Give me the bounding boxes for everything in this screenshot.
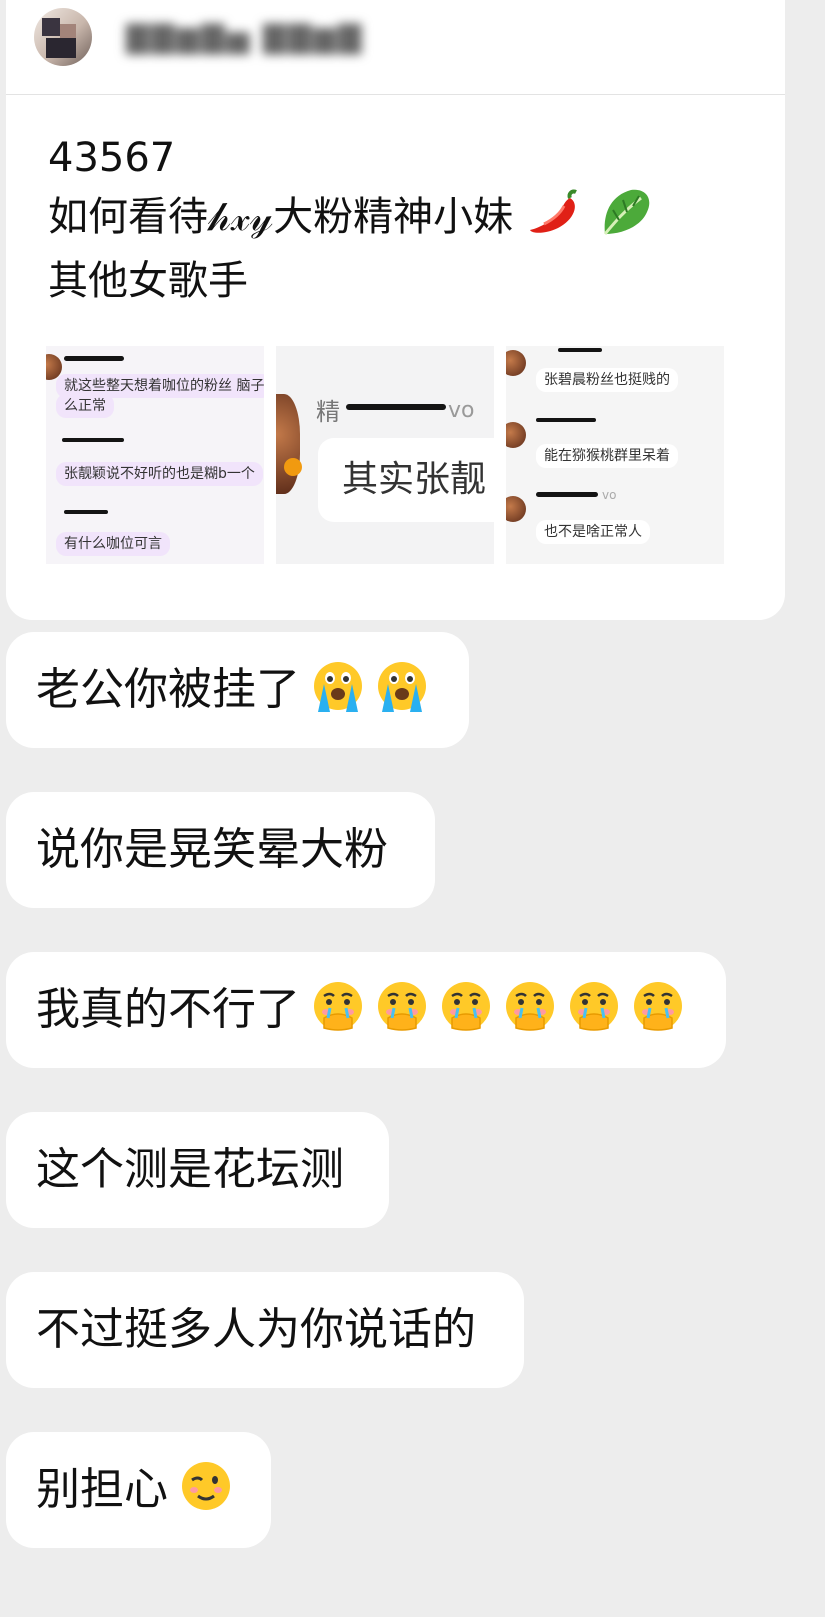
redaction-scribble <box>536 492 598 497</box>
redaction-scribble <box>558 348 602 352</box>
thumb1-line3: 张靓颖说不好听的也是糊b一个 <box>56 462 263 486</box>
thumb3-line2: 能在猕猴桃群里呆着 <box>536 444 678 468</box>
badge-icon <box>284 458 302 476</box>
chat-message[interactable]: 别担心 <box>6 1432 271 1548</box>
thumb3-line3: 也不是啥正常人 <box>536 520 650 544</box>
username-blurred[interactable]: ▇▇▆▇▅ ▇▇▆▇ <box>126 18 363 58</box>
loudly-crying-icon <box>374 642 430 712</box>
post-subtitle: 其他女歌手 <box>48 258 248 304</box>
redaction-scribble <box>536 418 596 422</box>
redaction-scribble <box>64 356 124 361</box>
thumb1-line4: 有什么咖位可言 <box>56 532 170 556</box>
chat-message[interactable]: 这个测是花坛测 <box>6 1112 389 1228</box>
thumb2-big-text: 其实张靓 <box>318 438 494 522</box>
redaction-scribble <box>62 438 124 442</box>
post-number: 43567 <box>48 135 176 181</box>
mini-avatar <box>506 350 526 376</box>
post-card[interactable]: ▇▇▆▇▅ ▇▇▆▇ 43567 如何看待𝒽𝓍𝓎大粉精神小妹 其他女歌手 就这些… <box>6 0 785 620</box>
holding-back-tears-icon <box>438 962 494 1031</box>
chat-message[interactable]: 不过挺多人为你说话的 <box>6 1272 524 1388</box>
thumbnail-image-3[interactable]: 张碧晨粉丝也挺贱的 能在猕猴桃群里呆着 vo 也不是啥正常人 <box>506 346 724 564</box>
holding-back-tears-icon <box>374 962 430 1031</box>
holding-back-tears-icon <box>310 962 366 1031</box>
thumb1-line2: 么正常 <box>56 394 114 418</box>
avatar[interactable] <box>34 8 92 66</box>
holding-back-tears-icon <box>566 962 622 1031</box>
thumb3-line1: 张碧晨粉丝也挺贱的 <box>536 368 678 392</box>
redaction-scribble <box>64 510 108 514</box>
mini-avatar <box>506 422 526 448</box>
message-text: 我真的不行了 <box>36 984 300 1035</box>
thumb3-suffix: vo <box>602 488 617 502</box>
message-text: 说你是晃笑晕大粉 <box>36 824 388 875</box>
post-title: 如何看待𝒽𝓍𝓎大粉精神小妹 <box>48 194 514 240</box>
message-text: 这个测是花坛测 <box>36 1144 344 1195</box>
holding-back-tears-icon <box>502 962 558 1031</box>
chat-message[interactable]: 我真的不行了 <box>6 952 726 1068</box>
leafy-green-icon <box>597 186 655 253</box>
mini-avatar <box>276 394 300 494</box>
chat-message[interactable]: 说你是晃笑晕大粉 <box>6 792 435 908</box>
loudly-crying-icon <box>310 642 366 712</box>
post-header: ▇▇▆▇▅ ▇▇▆▇ <box>6 0 785 95</box>
thumb2-header: 精 <box>316 398 340 426</box>
winking-face-icon <box>178 1442 234 1510</box>
post-text: 43567 如何看待𝒽𝓍𝓎大粉精神小妹 其他女歌手 <box>48 130 748 309</box>
redaction-scribble <box>346 404 446 410</box>
post-title-line: 如何看待𝒽𝓍𝓎大粉精神小妹 <box>48 186 748 253</box>
chili-pepper-icon <box>526 186 584 253</box>
thumbnail-image-2[interactable]: 精 vo 其实张靓 <box>276 346 494 564</box>
chat-message[interactable]: 老公你被挂了 <box>6 632 469 748</box>
thumb2-suffix: vo <box>448 398 475 423</box>
message-text: 老公你被挂了 <box>36 664 300 715</box>
mini-avatar <box>506 496 526 522</box>
message-text: 不过挺多人为你说话的 <box>36 1304 476 1355</box>
thumbnail-image-1[interactable]: 就这些整天想着咖位的粉丝 脑子 么正常 张靓颖说不好听的也是糊b一个 有什么咖位… <box>46 346 264 564</box>
holding-back-tears-icon <box>630 962 686 1031</box>
message-text: 别担心 <box>36 1464 168 1515</box>
